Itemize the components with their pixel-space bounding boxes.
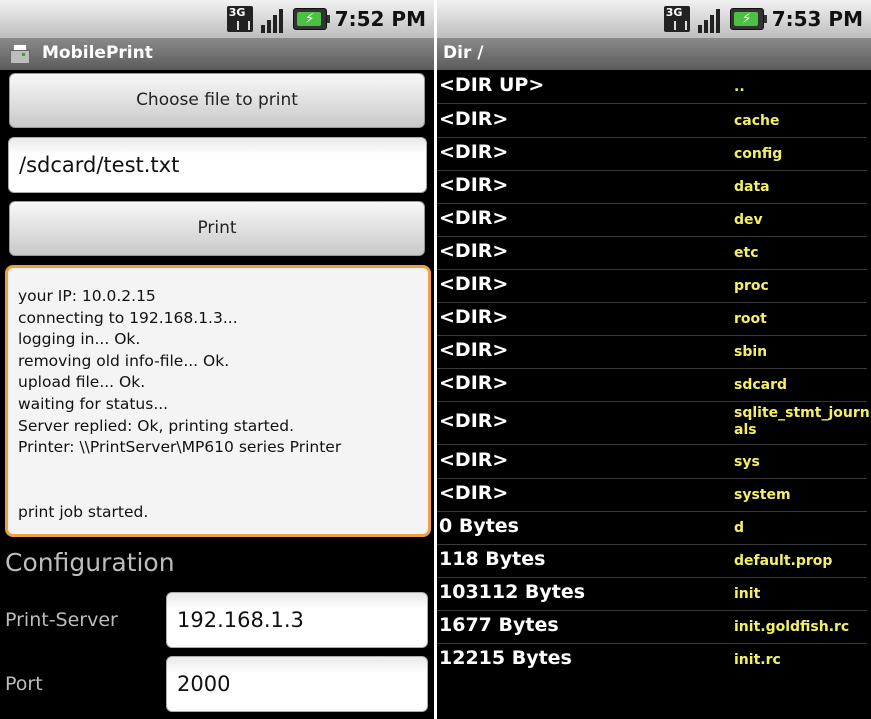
file-row[interactable]: 0 Bytes d: [437, 511, 867, 545]
entry-name: dev: [734, 212, 763, 228]
entry-type: 0 Bytes: [439, 515, 519, 537]
entry-name: sqlite_stmt_journals: [734, 405, 870, 438]
entry-type: 103112 Bytes: [439, 581, 586, 603]
entry-type: <DIR>: [439, 207, 509, 229]
dir-row[interactable]: <DIR> proc: [437, 269, 867, 303]
dir-row[interactable]: <DIR> system: [437, 478, 867, 512]
log-line: Printer: \\PrintServer\MP610 series Prin…: [18, 438, 342, 457]
dir-row[interactable]: <DIR> data: [437, 170, 867, 204]
file-row[interactable]: 118 Bytes default.prop: [437, 544, 867, 578]
entry-name: sdcard: [734, 377, 788, 393]
dir-row[interactable]: <DIR> sdcard: [437, 368, 867, 402]
entry-type: <DIR>: [439, 339, 509, 361]
entry-name: init.rc: [734, 652, 781, 668]
choose-file-button[interactable]: Choose file to print: [9, 73, 425, 128]
signal-icon: [696, 5, 724, 33]
entry-name: cache: [734, 113, 780, 129]
entry-type: <DIR>: [439, 449, 509, 471]
print-button[interactable]: Print: [9, 201, 425, 256]
entry-type: <DIR>: [439, 306, 509, 328]
print-server-input[interactable]: 192.168.1.3: [166, 592, 428, 648]
entry-name: etc: [734, 245, 759, 261]
entry-name: data: [734, 179, 770, 195]
entry-name: sbin: [734, 344, 768, 360]
log-line: upload file... Ok.: [18, 373, 146, 392]
log-line: waiting for status...: [18, 394, 169, 413]
log-line: removing old info-file... Ok.: [18, 351, 230, 370]
app-title: MobilePrint: [42, 43, 153, 63]
entry-name: ..: [734, 79, 745, 95]
log-line: logging in... Ok.: [18, 330, 141, 349]
battery-charging-icon: ⚡: [292, 8, 330, 30]
status-log[interactable]: your IP: 10.0.2.15 connecting to 192.168…: [5, 265, 431, 537]
entry-name: system: [734, 487, 791, 503]
status-bar: 3G ⚡ 7:52 PM: [0, 0, 434, 38]
entry-name: init: [734, 586, 761, 602]
dir-row[interactable]: <DIR> sys: [437, 445, 867, 479]
dir-row[interactable]: <DIR> dev: [437, 203, 867, 237]
port-input[interactable]: 2000: [166, 656, 428, 712]
print-server-label: Print-Server: [5, 609, 118, 631]
3g-icon: 3G: [663, 6, 690, 32]
entry-type: <DIR>: [439, 108, 509, 130]
entry-type: 12215 Bytes: [439, 647, 572, 669]
log-line: your IP: 10.0.2.15: [18, 287, 156, 305]
entry-name: proc: [734, 278, 769, 294]
mobileprint-screen: 3G ⚡ 7:52 PM MobilePrint Choose file to …: [0, 0, 434, 719]
dir-row[interactable]: <DIR> cache: [437, 104, 867, 138]
printer-icon: [8, 44, 30, 64]
dir-up-row[interactable]: <DIR UP>..: [437, 70, 867, 104]
entry-type: <DIR>: [439, 141, 509, 163]
entry-type: 118 Bytes: [439, 548, 546, 570]
port-label: Port: [5, 673, 43, 695]
entry-name: d: [734, 520, 745, 536]
entry-type: 1677 Bytes: [439, 614, 559, 636]
clock: 7:52 PM: [334, 7, 426, 31]
dir-row[interactable]: <DIR> config: [437, 137, 867, 171]
dir-row[interactable]: <DIR> sbin: [437, 335, 867, 369]
dir-row[interactable]: <DIR> root: [437, 302, 867, 336]
entry-type: <DIR>: [439, 372, 509, 394]
battery-charging-icon: ⚡: [729, 8, 767, 30]
signal-icon: [259, 5, 287, 33]
clock: 7:53 PM: [771, 7, 863, 31]
title-bar: Dir /: [437, 38, 871, 70]
log-line: Server replied: Ok, printing started.: [18, 416, 295, 435]
file-row[interactable]: 103112 Bytes init: [437, 577, 867, 611]
file-path-input[interactable]: /sdcard/test.txt: [8, 137, 427, 193]
entry-type: <DIR>: [439, 273, 509, 295]
dir-row[interactable]: <DIR> etc: [437, 236, 867, 270]
entry-type: <DIR>: [439, 410, 509, 432]
log-line: connecting to 192.168.1.3...: [18, 308, 238, 327]
dir-row[interactable]: <DIR> sqlite_stmt_journals: [437, 401, 870, 445]
directory-browser-screen: 3G ⚡ 7:53 PM Dir / <DIR UP>.. <DIR> cache…: [437, 0, 871, 719]
entry-name: default.prop: [734, 553, 833, 569]
title-bar: MobilePrint: [0, 38, 434, 70]
directory-title: Dir /: [443, 43, 484, 63]
entry-name: init.goldfish.rc: [734, 619, 850, 635]
file-row[interactable]: 12215 Bytes init.rc: [437, 643, 867, 676]
status-bar: 3G ⚡ 7:53 PM: [437, 0, 871, 38]
entry-name: sys: [734, 454, 760, 470]
file-row[interactable]: 1677 Bytes init.goldfish.rc: [437, 610, 867, 644]
network-type: 3G: [665, 6, 683, 19]
entry-name: config: [734, 146, 783, 162]
configuration-heading: Configuration: [5, 548, 175, 577]
entry-type: <DIR UP>: [439, 74, 545, 96]
network-type: 3G: [228, 6, 246, 19]
log-line: print job started.: [18, 502, 149, 521]
entry-type: <DIR>: [439, 240, 509, 262]
3g-icon: 3G: [226, 6, 253, 32]
entry-name: root: [734, 311, 767, 327]
entry-type: <DIR>: [439, 174, 509, 196]
entry-type: <DIR>: [439, 482, 509, 504]
